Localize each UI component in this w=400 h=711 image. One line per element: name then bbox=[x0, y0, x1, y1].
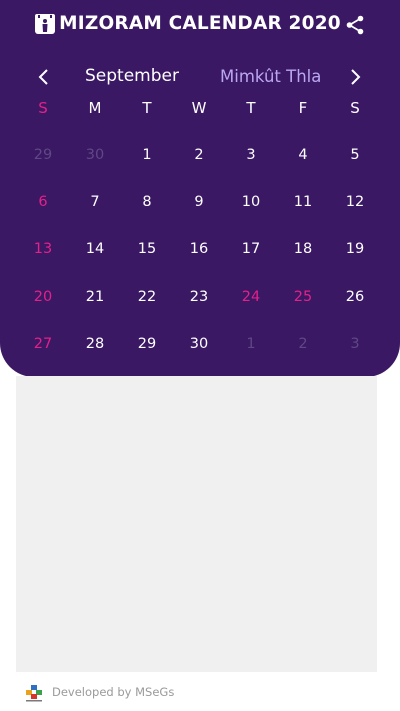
weekday-label: T bbox=[246, 99, 256, 117]
month-name-mizo: Mimkût Thla bbox=[220, 67, 322, 86]
day-cell[interactable]: 3 bbox=[329, 336, 381, 352]
day-cell[interactable]: 29 bbox=[121, 336, 173, 352]
week-row: 29 30 1 2 3 4 5 bbox=[17, 131, 381, 178]
app-title: MIZORAM CALENDAR 2020 bbox=[59, 13, 341, 34]
day-cell[interactable]: 20 bbox=[17, 289, 69, 305]
day-cell[interactable]: 12 bbox=[329, 194, 381, 210]
day-cell[interactable]: 10 bbox=[225, 194, 277, 210]
weekday-label: S bbox=[350, 99, 360, 117]
day-cell[interactable]: 1 bbox=[121, 147, 173, 163]
week-row: 13 14 15 16 17 18 19 bbox=[17, 226, 381, 273]
day-cell[interactable]: 30 bbox=[173, 336, 225, 352]
day-cell[interactable]: 9 bbox=[173, 194, 225, 210]
day-cell[interactable]: 5 bbox=[329, 147, 381, 163]
day-cell[interactable]: 4 bbox=[277, 147, 329, 163]
day-cell[interactable]: 19 bbox=[329, 241, 381, 257]
day-cell[interactable]: 18 bbox=[277, 241, 329, 257]
day-cell[interactable]: 14 bbox=[69, 241, 121, 257]
day-cell[interactable]: 2 bbox=[277, 336, 329, 352]
day-cell[interactable]: 11 bbox=[277, 194, 329, 210]
day-cell[interactable]: 16 bbox=[173, 241, 225, 257]
day-cell[interactable]: 22 bbox=[121, 289, 173, 305]
calendar-header: MIZORAM CALENDAR 2020 September Mimkût T… bbox=[0, 0, 400, 377]
content-placeholder bbox=[16, 376, 377, 672]
msegs-logo-icon bbox=[26, 685, 42, 702]
day-cell[interactable]: 23 bbox=[173, 289, 225, 305]
week-row: 27 28 29 30 1 2 3 bbox=[17, 320, 381, 367]
developer-credit: Developed by MSeGs bbox=[52, 685, 175, 699]
day-cell[interactable]: 24 bbox=[225, 289, 277, 305]
share-icon[interactable] bbox=[343, 13, 367, 37]
day-cell[interactable]: 1 bbox=[225, 336, 277, 352]
weekday-header-row: SMTWTFS bbox=[17, 99, 381, 121]
chevron-right-icon[interactable] bbox=[344, 66, 366, 88]
month-name-english: September bbox=[85, 66, 179, 86]
week-row: 20 21 22 23 24 25 26 bbox=[17, 273, 381, 320]
day-cell[interactable]: 6 bbox=[17, 194, 69, 210]
day-cell[interactable]: 17 bbox=[225, 241, 277, 257]
day-cell[interactable]: 21 bbox=[69, 289, 121, 305]
chevron-left-icon[interactable] bbox=[33, 66, 55, 88]
top-bar: MIZORAM CALENDAR 2020 bbox=[0, 0, 400, 50]
day-cell[interactable]: 2 bbox=[173, 147, 225, 163]
day-cell[interactable]: 8 bbox=[121, 194, 173, 210]
weekday-label: W bbox=[191, 99, 207, 117]
week-row: 6 7 8 9 10 11 12 bbox=[17, 178, 381, 225]
day-cell[interactable]: 30 bbox=[69, 147, 121, 163]
weekday-label: S bbox=[38, 99, 48, 117]
month-navigation: September Mimkût Thla bbox=[0, 62, 400, 92]
day-cell[interactable]: 13 bbox=[17, 241, 69, 257]
weekday-label: M bbox=[88, 99, 102, 117]
calendar-grid: 29 30 1 2 3 4 5 6 7 8 9 10 11 12 13 14 15 16 17 18 19 20 21 22 2… bbox=[17, 131, 381, 367]
day-cell[interactable]: 28 bbox=[69, 336, 121, 352]
day-cell[interactable]: 15 bbox=[121, 241, 173, 257]
day-cell[interactable]: 25 bbox=[277, 289, 329, 305]
day-cell[interactable]: 29 bbox=[17, 147, 69, 163]
day-cell[interactable]: 3 bbox=[225, 147, 277, 163]
day-cell[interactable]: 27 bbox=[17, 336, 69, 352]
weekday-label: F bbox=[298, 99, 308, 117]
day-cell[interactable]: 7 bbox=[69, 194, 121, 210]
day-cell[interactable]: 26 bbox=[329, 289, 381, 305]
weekday-label: T bbox=[142, 99, 152, 117]
